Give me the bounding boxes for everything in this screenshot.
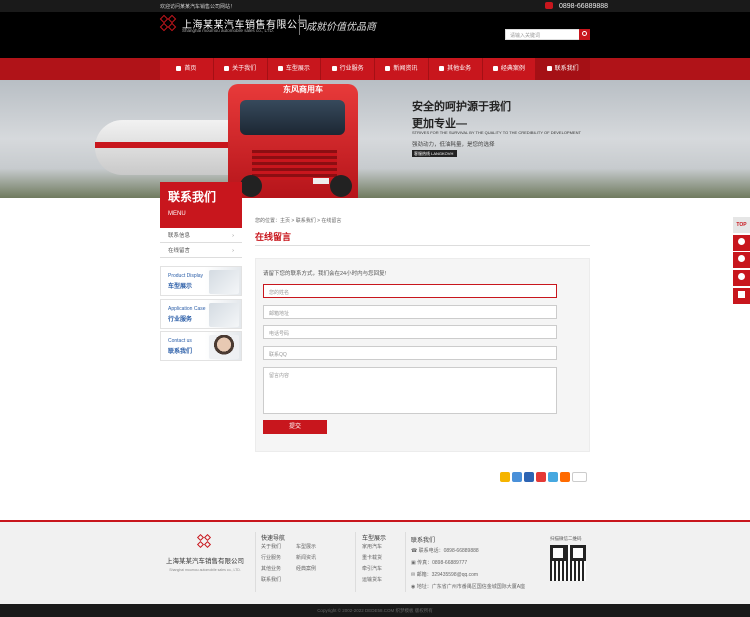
qr-code-icon (738, 291, 745, 298)
back-to-top-button[interactable]: TOP (733, 217, 750, 233)
qq-share-icon[interactable] (548, 472, 558, 482)
handshake-thumbnail (209, 303, 239, 327)
more-share-icon[interactable] (560, 472, 570, 482)
footer-fax: ▣ 传真：0898-66889777 (411, 560, 468, 566)
qq-chat-button[interactable] (733, 235, 750, 251)
wechat-qr-code (550, 545, 586, 581)
support-agent-thumbnail (209, 335, 239, 359)
submit-button[interactable]: 提交 (263, 420, 327, 434)
gear-icon (331, 65, 337, 71)
footer-link[interactable]: 重卡载货 (362, 554, 382, 561)
promo-services[interactable]: Application Case 行业服务 (160, 299, 242, 329)
qq-field[interactable]: 联系QQ (263, 346, 557, 360)
title-divider (255, 245, 590, 246)
banner-headline-2: 更加专业— (412, 118, 467, 130)
welcome-text: 欢迎访问某某汽车销售公司网站！ (160, 4, 236, 10)
name-field[interactable]: 您的姓名 (263, 284, 557, 298)
footer-link[interactable]: 其他业务 (261, 565, 281, 572)
share-count (572, 472, 587, 482)
nav-home[interactable]: 首页 (160, 58, 214, 80)
promo-products[interactable]: Product Display 车型展示 (160, 266, 242, 296)
search-icon[interactable] (579, 29, 590, 40)
sidebar-item-message[interactable]: 在线留言 › (160, 244, 242, 258)
search-box[interactable]: 请输入关键词 (505, 29, 590, 40)
nav-about[interactable]: 关于我们 (214, 58, 268, 80)
top-phone-number: 0898-66889888 (559, 3, 609, 10)
nav-other[interactable]: 其他业务 (429, 58, 483, 80)
phone-tool-button[interactable] (733, 270, 750, 286)
nav-news[interactable]: 新闻资讯 (375, 58, 429, 80)
footer-phone: ☎ 联系电话：0898-66889888 (411, 548, 479, 554)
breadcrumb[interactable]: 您的位置：主页 > 联系我们 > 在线留言 (255, 217, 341, 224)
search-input[interactable]: 请输入关键词 (510, 32, 540, 39)
phone-icon (738, 273, 745, 280)
footer-link[interactable]: 经典案例 (296, 565, 316, 572)
chat-icon (738, 255, 745, 262)
footer-contact-title: 联系我们 (411, 538, 436, 544)
footer-nav-title: 快速导航 (261, 536, 286, 542)
footer-link[interactable]: 车型展示 (296, 543, 316, 550)
logo-mark-icon (196, 533, 213, 550)
hero-banner (0, 80, 750, 198)
footer-link[interactable]: 行业服务 (261, 554, 281, 561)
plane-icon (224, 65, 230, 71)
qr-tool-button[interactable] (733, 288, 750, 304)
page-title: 在线留言 (255, 232, 292, 242)
email-field[interactable]: 邮箱地址 (263, 305, 557, 319)
service-chat-button[interactable] (733, 252, 750, 268)
tencent-weibo-share-icon[interactable] (536, 472, 546, 482)
copyright: Copyright © 2002-2022 DEDE58.COM 织梦模板 版权… (0, 604, 750, 617)
footer-link[interactable]: 联系我们 (261, 576, 281, 583)
top-bar: 欢迎访问某某汽车销售公司网站！ 0898-66889888 (0, 0, 750, 12)
promo-contact[interactable]: Contact us 联系我们 (160, 331, 242, 361)
chevron-right-icon: › (232, 248, 234, 254)
banner-headline-1: 安全的呵护源于我们 (412, 101, 511, 113)
footer-products-title: 车型展示 (362, 536, 387, 542)
logo-mark-icon (159, 14, 178, 33)
home-icon (176, 65, 182, 71)
sidebar-title: 联系我们 MENU (160, 182, 242, 228)
footer-logo[interactable]: 上海某某汽车销售有限公司 Shanghai moumou automobile … (160, 532, 250, 582)
footer-link[interactable]: 牵引汽车 (362, 565, 382, 572)
footer-email[interactable]: ✉ 邮箱：329435598@qq.com (411, 571, 478, 578)
footer-link[interactable]: 新闻资讯 (296, 554, 316, 561)
form-intro: 请留下您的联系方式，我们会在24小时内与您回复! (263, 271, 387, 277)
chevron-right-icon: › (232, 233, 234, 239)
logo-divider (299, 15, 300, 35)
car-icon (277, 65, 283, 71)
briefcase-icon (439, 65, 445, 71)
main-nav: 首页 关于我们 车型展示 行业服务 新闻资讯 其他业务 经典案例 联系我们 (0, 58, 750, 80)
nav-contact[interactable]: 联系我们 (536, 58, 590, 80)
news-icon (385, 65, 391, 71)
company-name-en: Shanghai moumou automobile sales co., LT… (182, 28, 274, 33)
qr-caption: 扫描微信二维码 (550, 536, 582, 541)
weibo-share-icon[interactable] (512, 472, 522, 482)
footer-link[interactable]: 运输货车 (362, 576, 382, 583)
phone-icon (545, 2, 553, 9)
footer-link[interactable]: 关于我们 (261, 543, 281, 550)
sidebar-item-contact-info[interactable]: 联系信息 › (160, 229, 242, 243)
nav-services[interactable]: 行业服务 (321, 58, 375, 80)
qzone-share-icon[interactable] (500, 472, 510, 482)
phone-field[interactable]: 电话号码 (263, 325, 557, 339)
nav-cases[interactable]: 经典案例 (483, 58, 537, 80)
message-textarea[interactable]: 留言内容 (263, 367, 557, 414)
banner-hotline-button[interactable]: 客服热线 LANGKOVH (412, 150, 457, 157)
banner-subtitle: 强劲动力，低油耗量，是您的选择 (412, 142, 495, 148)
banner-english: STRIVES FOR THE SURVIVAL BY THE QUALITY … (412, 130, 581, 135)
renren-share-icon[interactable] (524, 472, 534, 482)
qq-icon (738, 238, 745, 245)
truck-brand-text: 东风商用车 (283, 85, 323, 94)
nav-products[interactable]: 车型展示 (268, 58, 322, 80)
footer-link[interactable]: 家用汽车 (362, 543, 382, 550)
share-bar (500, 472, 587, 483)
top-phone[interactable]: 0898-66889888 (545, 2, 608, 10)
footer-address: ◉ 地址：广东省广州市番禺区国信金城国际大厦A座 (411, 584, 526, 590)
truck-thumbnail (209, 270, 239, 294)
phone-icon (546, 65, 552, 71)
site-logo[interactable]: 上海某某汽车销售有限公司 Shanghai moumou automobile … (159, 14, 400, 37)
case-icon (492, 65, 498, 71)
slogan: 成就价值优品商 (306, 22, 376, 33)
